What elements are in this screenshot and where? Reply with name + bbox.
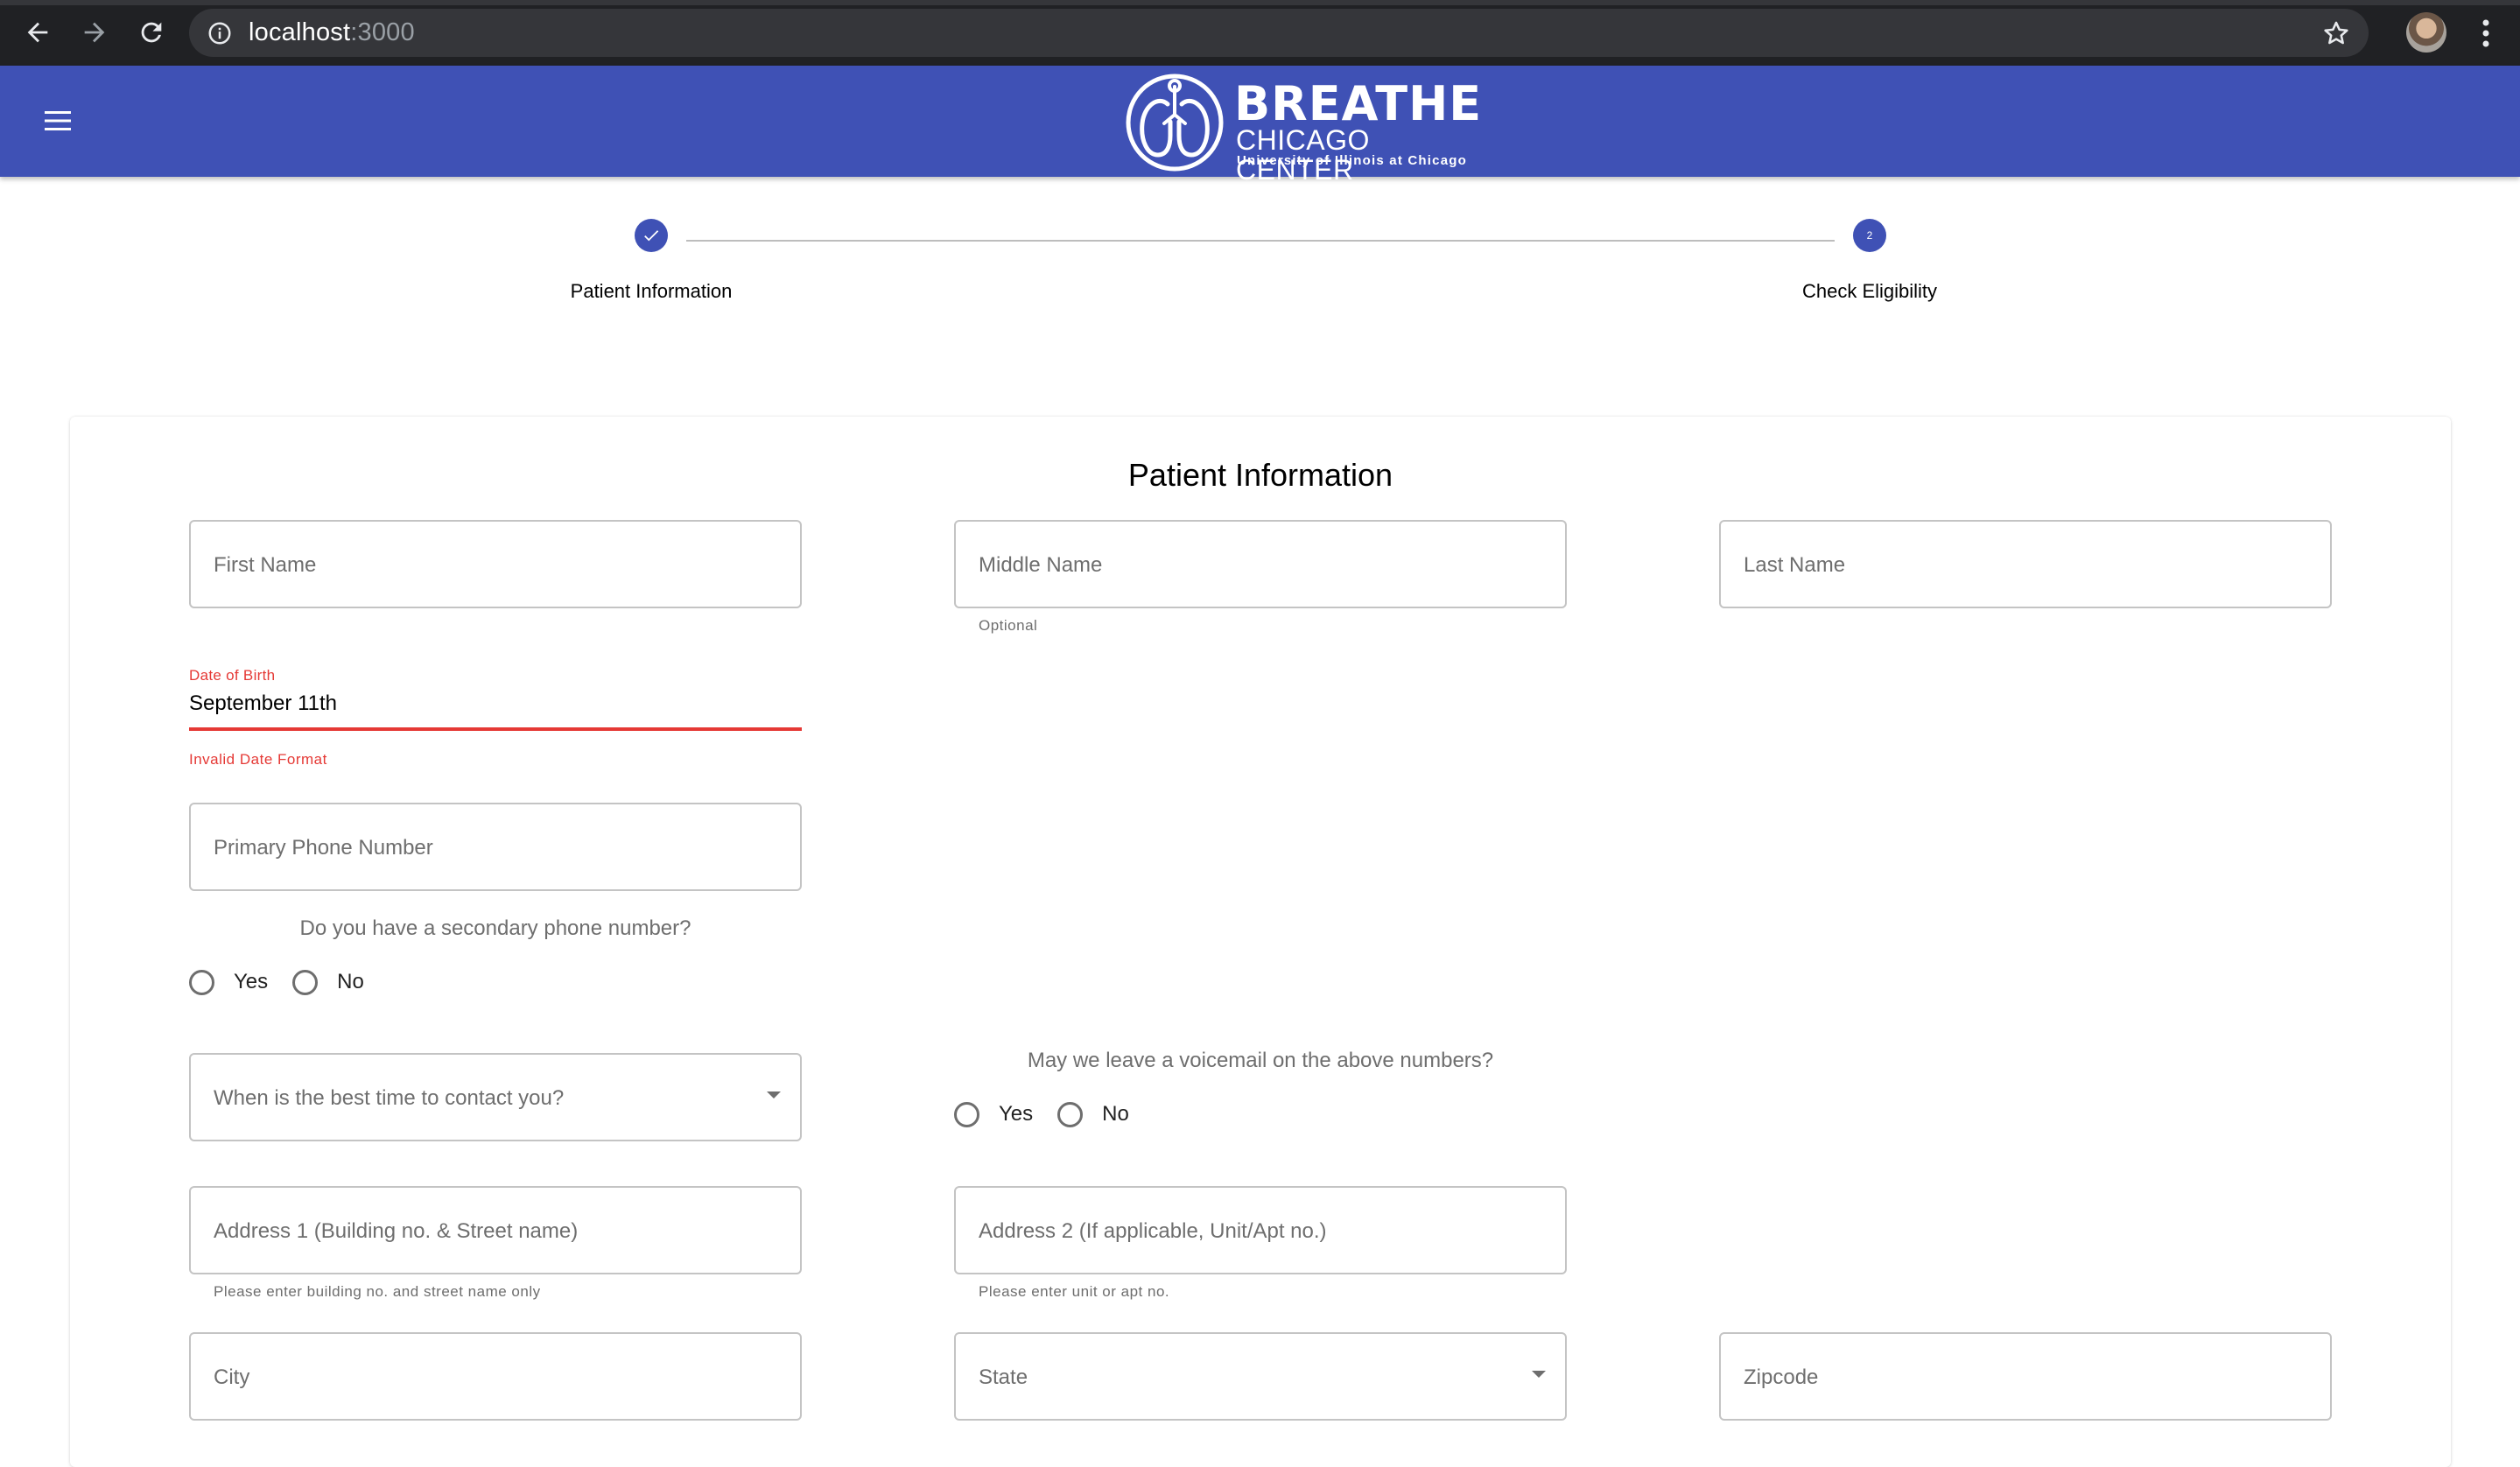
logo-text-breathe: BREATHE: [1234, 76, 1483, 131]
city-field[interactable]: City: [189, 1332, 802, 1421]
radio-circle-icon: [954, 1101, 979, 1127]
form-stepper: Patient Information 2 Check Eligibility: [0, 177, 2520, 352]
step-1-icon[interactable]: [635, 219, 668, 252]
zipcode-field[interactable]: Zipcode: [1719, 1332, 2332, 1421]
dropdown-arrow-icon: [1532, 1371, 1546, 1378]
step-2-number: 2: [1866, 229, 1873, 242]
voicemail-question: May we leave a voicemail on the above nu…: [1027, 1049, 1494, 1072]
hamburger-menu-icon: [45, 111, 71, 130]
lungs-logo-icon: [1126, 74, 1224, 172]
zipcode-placeholder: Zipcode: [1744, 1365, 1819, 1389]
kebab-menu-icon: [2482, 19, 2489, 47]
back-button[interactable]: [16, 11, 60, 54]
secondary-phone-yes-radio[interactable]: Yes: [189, 969, 269, 995]
voicemail-yes-radio[interactable]: Yes: [954, 1101, 1034, 1127]
first-name-placeholder: First Name: [214, 553, 317, 577]
dob-label: Date of Birth: [189, 667, 276, 684]
radio-label-no: No: [1102, 1102, 1129, 1126]
reload-icon: [141, 22, 162, 43]
forward-button[interactable]: [73, 11, 116, 54]
star-outline-icon[interactable]: [2321, 18, 2351, 48]
state-select[interactable]: State: [954, 1332, 1567, 1421]
address-1-field[interactable]: Address 1 (Building no. & Street name): [189, 1186, 802, 1274]
dropdown-arrow-icon: [767, 1091, 781, 1098]
radio-circle-icon: [292, 969, 319, 995]
step-2-label[interactable]: Check Eligibility: [1695, 280, 2045, 303]
app-header: BREATHE CHICAGO CENTER University of Ill…: [0, 66, 2520, 185]
dob-value[interactable]: September 11th: [189, 691, 337, 716]
arrow-left-icon: [27, 22, 48, 43]
form-title: Patient Information: [1127, 457, 1393, 493]
reload-button[interactable]: [130, 11, 173, 54]
middle-name-field[interactable]: Middle Name: [954, 520, 1567, 608]
last-name-field[interactable]: Last Name: [1719, 520, 2332, 608]
arrow-right-icon: [84, 22, 105, 43]
url-host: localhost: [249, 18, 351, 46]
address-2-helper: Please enter unit or apt no.: [979, 1283, 1170, 1300]
address-1-helper: Please enter building no. and street nam…: [214, 1283, 541, 1300]
logo-text-university: University of Illinois at Chicago: [1237, 153, 1467, 168]
url-port: :3000: [350, 18, 415, 46]
first-name-field[interactable]: First Name: [189, 520, 802, 608]
middle-name-placeholder: Middle Name: [979, 553, 1103, 577]
secondary-phone-no-radio[interactable]: No: [292, 969, 364, 995]
menu-button[interactable]: [35, 98, 81, 144]
patient-info-card: Patient Information First Name Middle Na…: [70, 417, 2451, 1467]
radio-circle-icon: [1057, 1101, 1084, 1127]
radio-circle-icon: [189, 969, 214, 995]
voicemail-radio-group: Yes No: [954, 1097, 1154, 1132]
step-1-label[interactable]: Patient Information: [476, 280, 826, 303]
radio-label-yes: Yes: [999, 1102, 1034, 1126]
best-time-select[interactable]: When is the best time to contact you?: [189, 1053, 802, 1141]
check-icon: [644, 230, 659, 242]
step-2-icon[interactable]: 2: [1853, 219, 1886, 252]
best-time-placeholder: When is the best time to contact you?: [214, 1086, 565, 1110]
profile-avatar[interactable]: [2406, 12, 2446, 53]
address-bar[interactable]: localhost:3000: [189, 9, 2369, 57]
date-of-birth-field[interactable]: Date of Birth September 11th Invalid Dat…: [189, 667, 802, 772]
tab-strip-edge: [0, 0, 2520, 5]
address-2-placeholder: Address 2 (If applicable, Unit/Apt no.): [979, 1219, 1327, 1243]
secondary-phone-question: Do you have a secondary phone number?: [299, 916, 691, 940]
browser-menu-button[interactable]: [2468, 14, 2503, 53]
step-connector: [686, 240, 1835, 242]
middle-name-helper: Optional: [979, 617, 1038, 634]
radio-label-no: No: [337, 970, 364, 993]
dob-error-text: Invalid Date Format: [189, 751, 327, 768]
city-placeholder: City: [214, 1365, 250, 1389]
browser-toolbar: localhost:3000: [0, 0, 2520, 66]
breathe-chicago-logo: BREATHE CHICAGO CENTER University of Ill…: [1123, 69, 1491, 185]
dob-underline: [189, 727, 802, 731]
address-2-field[interactable]: Address 2 (If applicable, Unit/Apt no.): [954, 1186, 1567, 1274]
info-circle-icon[interactable]: [207, 20, 233, 46]
secondary-phone-radio-group: Yes No: [189, 965, 389, 1000]
primary-phone-placeholder: Primary Phone Number: [214, 836, 433, 860]
primary-phone-field[interactable]: Primary Phone Number: [189, 803, 802, 891]
address-1-placeholder: Address 1 (Building no. & Street name): [214, 1219, 579, 1243]
voicemail-no-radio[interactable]: No: [1057, 1101, 1129, 1127]
url-text: localhost:3000: [249, 18, 415, 47]
last-name-placeholder: Last Name: [1744, 553, 1846, 577]
radio-label-yes: Yes: [234, 970, 269, 993]
state-placeholder: State: [979, 1365, 1028, 1389]
